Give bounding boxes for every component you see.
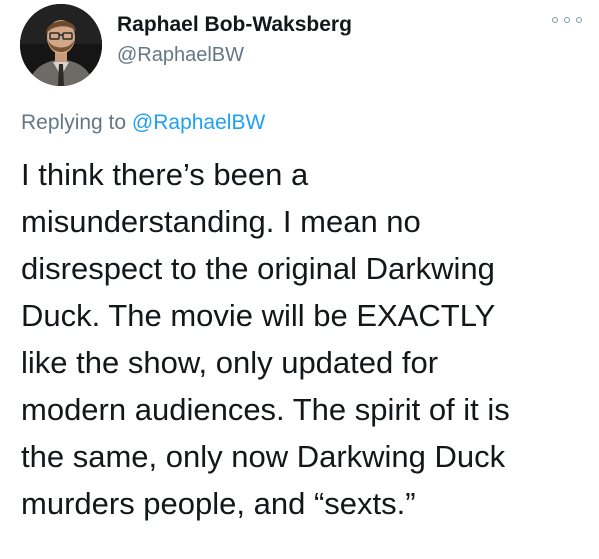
tweet-text-line: modern audiences. The spirit of it is (21, 392, 510, 427)
more-options-icon (564, 17, 570, 23)
profile-photo (20, 4, 102, 86)
reply-context: Replying to @RaphaelBW (21, 111, 265, 135)
tweet-text-line: I think there’s been a (21, 157, 309, 192)
tweet-text-line: misunderstanding. I mean no (21, 204, 421, 239)
reply-mention-link[interactable]: @RaphaelBW (132, 111, 265, 134)
tweet-text-line: Duck. The movie will be EXACTLY (21, 298, 496, 333)
tweet-card: Raphael Bob-Waksberg @RaphaelBW Replying… (0, 0, 599, 559)
author-name[interactable]: Raphael Bob-Waksberg (117, 13, 352, 37)
tweet-text: I think there’s been a misunderstanding.… (21, 151, 591, 527)
more-options-button[interactable] (552, 10, 582, 30)
more-options-icon (552, 17, 558, 23)
avatar[interactable] (20, 4, 102, 86)
reply-prefix: Replying to (21, 111, 132, 134)
tweet-text-line: murders people, and “sexts.” (21, 486, 416, 521)
tweet-text-line: the same, only now Darkwing Duck (21, 439, 506, 474)
tweet-text-line: disrespect to the original Darkwing (21, 251, 495, 286)
author-handle[interactable]: @RaphaelBW (117, 44, 244, 67)
tweet-text-line: like the show, only updated for (21, 345, 439, 380)
more-options-icon (576, 17, 582, 23)
